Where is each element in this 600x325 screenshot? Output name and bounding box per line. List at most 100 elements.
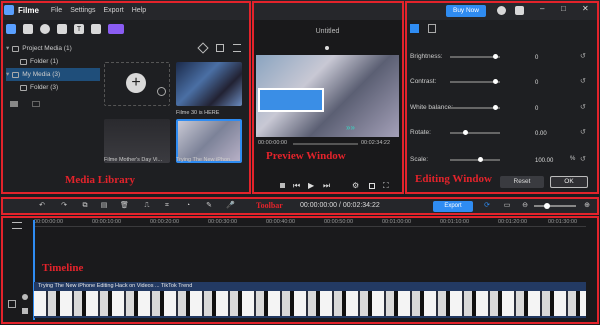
fit-icon[interactable]: ▭	[503, 202, 511, 210]
menu-settings[interactable]: Settings	[70, 7, 95, 14]
stop-icon[interactable]	[280, 183, 285, 188]
reset-scale-icon[interactable]: ↺	[580, 155, 586, 163]
arrow-sticker-icon: »»	[346, 123, 355, 132]
premium-tab-icon[interactable]	[108, 24, 124, 34]
tree-item-my-media[interactable]: ▾ My Media (3)	[6, 68, 100, 81]
scale-unit: %	[570, 156, 576, 162]
sticker-tab-icon[interactable]	[40, 24, 50, 34]
scale-value[interactable]: 100.00	[535, 156, 575, 166]
copy-icon[interactable]: ⧉	[81, 202, 89, 210]
contrast-knob[interactable]	[493, 79, 498, 84]
anchor-dot[interactable]	[325, 46, 329, 50]
menu-file[interactable]: File	[51, 7, 62, 14]
zoom-in-icon[interactable]: ⊕	[583, 202, 591, 210]
reset-contrast-icon[interactable]: ↺	[580, 77, 586, 85]
folder-icon	[20, 84, 27, 91]
track-menu-icon[interactable]	[12, 222, 22, 229]
undo-icon[interactable]: ↶	[38, 202, 46, 210]
rotate-value[interactable]: 0.00	[535, 129, 575, 139]
text-tab-icon[interactable]: T	[74, 24, 84, 34]
expand-icon: ▾	[6, 71, 10, 78]
ok-button[interactable]: OK	[550, 176, 588, 188]
split-icon[interactable]: ⎍	[143, 202, 151, 210]
scale-knob[interactable]	[478, 157, 483, 162]
export-button[interactable]: Export	[433, 201, 473, 212]
white-balance-knob[interactable]	[493, 105, 498, 110]
settings-icon[interactable]: ⚙	[352, 181, 359, 190]
tree-item-project-media[interactable]: ▾ Project Media (1)	[6, 42, 100, 55]
scale-label: Scale:	[410, 156, 429, 163]
app-name: Filme	[18, 5, 39, 15]
reset-rotate-icon[interactable]: ↺	[580, 128, 586, 136]
menu-export[interactable]: Export	[103, 7, 123, 14]
app-logo-icon	[4, 5, 14, 15]
menu-help[interactable]: Help	[132, 7, 146, 14]
maximize-button[interactable]: □	[561, 4, 566, 13]
total-time: 00:02:34:22	[361, 140, 391, 146]
effects-tab-icon[interactable]	[57, 24, 67, 34]
edit-pen-icon[interactable]: ✎	[205, 202, 213, 210]
play-icon[interactable]: ▶	[308, 181, 314, 190]
folder-icon	[20, 58, 27, 65]
scale-slider[interactable]	[450, 159, 500, 161]
more-icon[interactable]	[157, 87, 166, 96]
sort-icon[interactable]	[233, 44, 241, 52]
paste-icon[interactable]: ▤	[100, 202, 108, 210]
ruler-line	[34, 226, 586, 227]
brightness-label: Brightness:	[410, 53, 443, 60]
text-overlay-box[interactable]	[258, 88, 324, 112]
render-icon[interactable]: ⟳	[483, 202, 491, 210]
add-media-icon[interactable]: +	[126, 73, 146, 93]
audio-props-icon[interactable]	[428, 24, 436, 33]
close-button[interactable]: ✕	[582, 4, 589, 13]
library-toolbar: T	[6, 22, 124, 36]
brightness-value[interactable]: 0	[535, 53, 575, 63]
minimize-button[interactable]: –	[540, 4, 544, 13]
brightness-knob[interactable]	[493, 54, 498, 59]
transition-tab-icon[interactable]	[91, 24, 101, 34]
zoom-knob[interactable]	[544, 203, 550, 209]
visibility-icon[interactable]	[22, 294, 28, 300]
folder-icon	[12, 71, 20, 78]
next-frame-icon[interactable]: ⏭	[323, 181, 330, 191]
fullscreen-icon[interactable]: ⛶	[383, 181, 389, 191]
ruler-tick: 00:01:00:00	[382, 219, 412, 225]
contrast-value[interactable]: 0	[535, 78, 575, 88]
audio-tab-icon[interactable]	[23, 24, 33, 34]
redo-icon[interactable]: ↷	[60, 202, 68, 210]
white-balance-value[interactable]: 0	[535, 104, 575, 114]
reset-brightness-icon[interactable]: ↺	[580, 52, 586, 60]
tree-item-folder[interactable]: Folder (3)	[6, 81, 100, 94]
reset-white-balance-icon[interactable]: ↺	[580, 103, 586, 111]
tree-item-folder[interactable]: Folder (1)	[6, 55, 100, 68]
media-thumbnail[interactable]	[176, 62, 242, 106]
rotate-knob[interactable]	[463, 130, 468, 135]
snapshot-icon[interactable]	[369, 183, 375, 189]
prev-frame-icon[interactable]: ⏮	[293, 181, 300, 191]
preview-window-annotation: Preview Window	[266, 150, 346, 162]
preview-scrubber[interactable]	[293, 143, 358, 145]
ruler-tick: 00:00:10:00	[92, 219, 122, 225]
account-icon[interactable]	[497, 6, 506, 15]
grid-view-icon[interactable]	[216, 44, 224, 52]
add-folder-icon[interactable]	[10, 101, 18, 107]
microphone-icon[interactable]: 🎤	[226, 202, 235, 210]
delete-icon[interactable]: 🗑	[120, 202, 129, 210]
media-tab-icon[interactable]	[6, 24, 16, 34]
folder-outline-icon[interactable]	[32, 101, 40, 107]
reset-button[interactable]: Reset	[500, 176, 544, 188]
ruler-tick: 00:01:10:00	[440, 219, 470, 225]
rotate-slider[interactable]	[450, 132, 500, 134]
thumbnail-caption: Filme Mother's Day Vi...	[104, 157, 163, 163]
tree-label: Project Media (1)	[22, 45, 72, 52]
lock-icon[interactable]	[22, 308, 28, 314]
project-title: Untitled	[315, 28, 340, 35]
zoom-slider[interactable]	[534, 205, 576, 207]
crop-icon[interactable]: ⌗	[163, 202, 171, 210]
buy-now-button[interactable]: Buy Now	[446, 5, 486, 17]
video-props-icon[interactable]	[410, 24, 419, 33]
mail-icon[interactable]	[515, 6, 524, 15]
speed-icon[interactable]: ◔	[184, 202, 192, 210]
zoom-out-icon[interactable]: ⊖	[521, 202, 529, 210]
contrast-label: Contrast:	[410, 78, 437, 85]
